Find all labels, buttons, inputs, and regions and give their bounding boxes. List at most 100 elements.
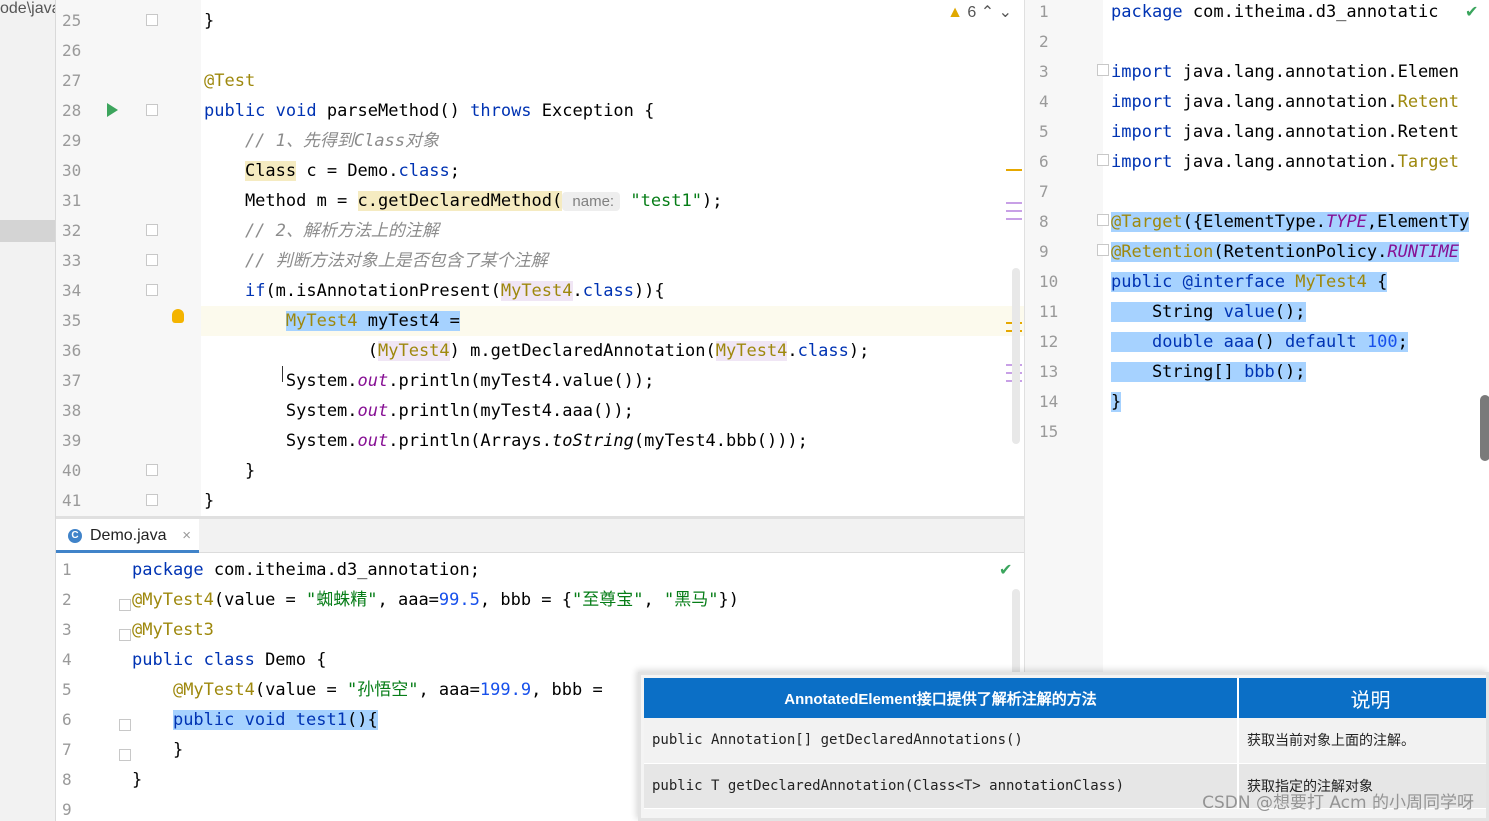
inspection-widget[interactable]: ▲ 6 ⌃ ⌄: [947, 2, 1012, 22]
code-line[interactable]: package com.itheima.d3_annotatic: [1111, 0, 1439, 27]
code-line[interactable]: import java.lang.annotation.Target: [1111, 147, 1459, 177]
tab-demo-java[interactable]: C Demo.java ×: [56, 519, 199, 553]
line-number: 32: [62, 221, 82, 240]
code-line[interactable]: package com.itheima.d3_annotation;: [132, 555, 480, 585]
code-line[interactable]: }: [204, 456, 255, 486]
line-number: 40: [62, 461, 82, 480]
code-line[interactable]: @MyTest4(value = "蜘蛛精", aaa=99.5, bbb = …: [132, 585, 739, 615]
code-line[interactable]: if(m.isAnnotationPresent(MyTest4.class))…: [204, 276, 665, 306]
code-line[interactable]: }: [204, 486, 214, 516]
fold-marker-icon[interactable]: [146, 224, 158, 236]
fold-marker-icon[interactable]: [119, 629, 131, 641]
code-token: (){: [346, 710, 378, 730]
code-token: myTest4 =: [357, 311, 460, 331]
code-line[interactable]: String value();: [1111, 297, 1306, 327]
close-tab-icon[interactable]: ×: [182, 519, 191, 553]
code-token: @Retention: [1111, 242, 1214, 262]
code-line[interactable]: System.out.println(myTest4.aaa());: [204, 396, 634, 426]
fold-marker-icon[interactable]: [119, 599, 131, 611]
code-token: @MyTest3: [132, 620, 214, 640]
code-line[interactable]: }: [132, 735, 183, 765]
fold-marker-icon[interactable]: [1097, 154, 1109, 166]
project-path-fragment: ode\java: [0, 0, 56, 17]
fold-marker-icon[interactable]: [146, 494, 158, 506]
code-token: out: [357, 431, 389, 451]
code-line[interactable]: Class c = Demo.class;: [204, 156, 460, 186]
fold-marker-icon[interactable]: [146, 254, 158, 266]
code-token: );: [702, 191, 723, 211]
intention-bulb-icon[interactable]: [172, 309, 184, 323]
code-line[interactable]: @Retention(RetentionPolicy.RUNTIME: [1111, 237, 1460, 267]
code-line[interactable]: // 1、先得到Class对象: [204, 126, 439, 156]
vertical-scrollbar-thumb[interactable]: [1480, 395, 1489, 461]
code-line[interactable]: @MyTest3: [132, 615, 214, 645]
code-token: MyTest4: [378, 341, 450, 361]
code-token: (value =: [213, 590, 307, 610]
code-token: java.lang.annotation.Elemen: [1182, 62, 1459, 82]
line-number: 9: [1039, 242, 1049, 261]
code-line[interactable]: // 2、解析方法上的注解: [204, 216, 439, 246]
code-line[interactable]: public @interface MyTest4 {: [1111, 267, 1388, 297]
code-token: (RetentionPolicy.: [1213, 242, 1388, 262]
code-token: "test1": [630, 191, 702, 211]
fold-marker-icon[interactable]: [146, 284, 158, 296]
fold-marker-icon[interactable]: [119, 719, 131, 731]
no-problems-check-icon[interactable]: ✔: [1465, 2, 1478, 21]
code-line[interactable]: }: [204, 6, 214, 36]
code-token: double: [1151, 332, 1224, 352]
code-line[interactable]: System.out.println(Arrays.toString(myTes…: [204, 426, 808, 456]
code-line[interactable]: @MyTest4(value = "孙悟空", aaa=199.9, bbb =: [132, 675, 603, 705]
fold-marker-icon[interactable]: [146, 14, 158, 26]
fold-marker-icon[interactable]: [146, 464, 158, 476]
code-line[interactable]: public class Demo {: [132, 645, 326, 675]
fold-marker-icon[interactable]: [1097, 64, 1109, 76]
code-line[interactable]: Method m = c.getDeclaredMethod( name: "t…: [204, 186, 722, 216]
code-token: , bbb = {: [479, 590, 572, 610]
code-token: 99.5: [438, 590, 480, 610]
no-problems-check-icon[interactable]: ✔: [999, 560, 1012, 579]
project-tree-selection[interactable]: [0, 220, 55, 242]
code-line[interactable]: (MyTest4) m.getDeclaredAnnotation(MyTest…: [204, 336, 869, 366]
fold-marker-icon[interactable]: [146, 104, 158, 116]
fold-marker-icon[interactable]: [1097, 214, 1109, 226]
code-line[interactable]: import java.lang.annotation.Elemen: [1111, 57, 1459, 87]
code-line[interactable]: import java.lang.annotation.Retent: [1111, 87, 1459, 117]
vertical-scrollbar[interactable]: [1012, 589, 1020, 679]
project-panel-strip[interactable]: ode\java: [0, 0, 56, 821]
fold-marker-icon[interactable]: [1097, 244, 1109, 256]
code-token: [1111, 332, 1152, 352]
code-line[interactable]: // 判断方法对象上是否包含了某个注解: [204, 246, 548, 276]
code-token: parseMethod(): [326, 101, 471, 121]
editor-main[interactable]: 25} 26 27 @Test 28 public void parseMethod() …: [56, 0, 1024, 516]
line-number: 7: [62, 740, 72, 759]
code-line[interactable]: @Target({ElementType.TYPE,ElementTy: [1111, 207, 1470, 237]
code-token: java.lang.annotation.Retent: [1182, 122, 1459, 142]
code-token: // 2、解析方法上的注解: [204, 221, 439, 241]
run-method-icon[interactable]: [107, 103, 118, 117]
code-line[interactable]: public void parseMethod() throws Excepti…: [204, 96, 654, 126]
code-line[interactable]: }: [1111, 387, 1122, 417]
fold-marker-icon[interactable]: [119, 749, 131, 761]
code-line[interactable]: import java.lang.annotation.Retent: [1111, 117, 1459, 147]
code-token: throws: [470, 101, 542, 121]
code-token: }: [132, 740, 184, 760]
code-line[interactable]: MyTest4 myTest4 =: [204, 306, 460, 336]
code-token: System.: [204, 431, 358, 451]
code-line[interactable]: System.out.println(myTest4.value());: [204, 366, 654, 396]
vertical-scrollbar[interactable]: [1012, 268, 1020, 444]
code-line[interactable]: double aaa() default 100;: [1111, 327, 1408, 357]
code-line[interactable]: }: [132, 765, 142, 795]
scroll-mark: [1006, 218, 1022, 220]
line-number: 9: [62, 800, 72, 819]
next-highlight-icon[interactable]: ⌄: [999, 4, 1012, 21]
code-token: , bbb =: [531, 680, 603, 700]
code-line[interactable]: public void test1(){: [132, 705, 378, 735]
previous-highlight-icon[interactable]: ⌃: [981, 4, 999, 21]
code-line[interactable]: String[] bbb();: [1111, 357, 1306, 387]
code-token: @Test: [204, 71, 256, 91]
code-line[interactable]: @Test: [204, 66, 255, 96]
line-number: 34: [62, 281, 82, 300]
